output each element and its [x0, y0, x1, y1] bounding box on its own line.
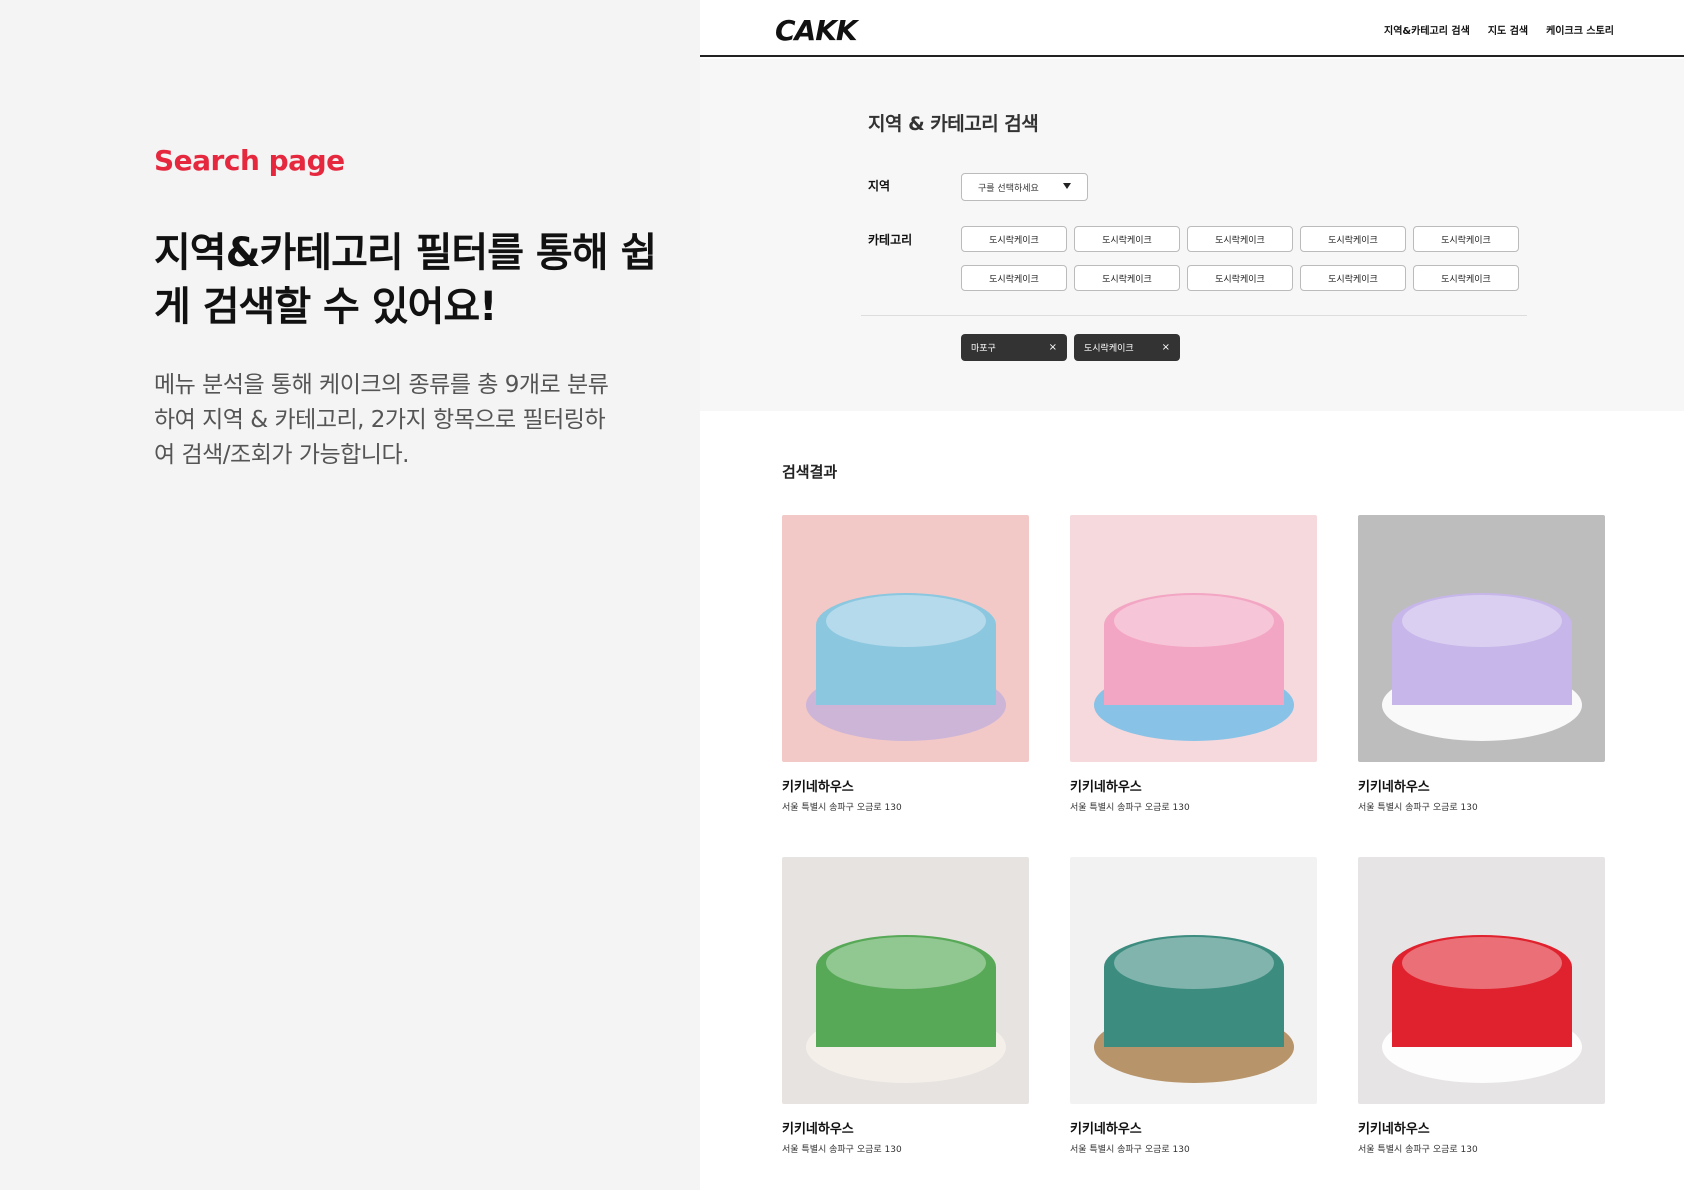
intro-body: 메뉴 분석을 통해 케이크의 종류를 총 9개로 분류하여 지역 & 카테고리,…	[154, 372, 609, 468]
region-select[interactable]: 구를 선택하세요	[961, 173, 1088, 201]
category-chip[interactable]: 도시락케이크	[1413, 226, 1519, 252]
category-chips: 도시락케이크 도시락케이크 도시락케이크 도시락케이크 도시락케이크 도시락케이…	[961, 226, 1521, 291]
filter-title: 지역 & 카테고리 검색	[868, 113, 1039, 135]
intro-heading: 지역&카테고리 필터를 통해 쉽게 검색할 수 있어요!	[154, 230, 657, 330]
result-card[interactable]: 키키네하우스 서울 특별시 송파구 오금로 130	[1358, 515, 1605, 857]
shop-address: 서울 특별시 송파구 오금로 130	[1358, 803, 1478, 813]
category-chip[interactable]: 도시락케이크	[1187, 265, 1293, 291]
cake-illustration	[1382, 593, 1582, 741]
category-chip[interactable]: 도시락케이크	[1074, 226, 1180, 252]
shop-address: 서울 특별시 송파구 오금로 130	[1070, 803, 1190, 813]
filter-panel: 지역 & 카테고리 검색 지역 구를 선택하세요 카테고리 도시락케이크 도시락…	[700, 59, 1684, 411]
result-card[interactable]: 키키네하우스 서울 특별시 송파구 오금로 130	[1070, 515, 1317, 857]
selected-tag-label: 마포구	[971, 344, 996, 354]
cake-image	[782, 857, 1029, 1104]
site-mockup: CAKK 지역&카테고리 검색 지도 검색 케이크크 스토리 지역 & 카테고리…	[700, 0, 1684, 1190]
region-label: 지역	[868, 179, 891, 193]
shop-name: 키키네하우스	[1358, 1122, 1430, 1137]
results-title: 검색결과	[782, 463, 838, 481]
category-chip[interactable]: 도시락케이크	[1074, 265, 1180, 291]
category-chip[interactable]: 도시락케이크	[1300, 265, 1406, 291]
caret-down-icon	[1063, 183, 1071, 189]
results-grid: 키키네하우스 서울 특별시 송파구 오금로 130 키키네하우스 서울 특별시 …	[782, 515, 1606, 1190]
shop-address: 서울 특별시 송파구 오금로 130	[1358, 1145, 1478, 1155]
cake-image	[1070, 857, 1317, 1104]
result-card[interactable]: 키키네하우스 서울 특별시 송파구 오금로 130	[1358, 857, 1605, 1190]
intro-panel: Search page 지역&카테고리 필터를 통해 쉽게 검색할 수 있어요!…	[0, 0, 700, 1190]
result-card[interactable]: 키키네하우스 서울 특별시 송파구 오금로 130	[782, 857, 1029, 1190]
shop-address: 서울 특별시 송파구 오금로 130	[782, 1145, 902, 1155]
shop-name: 키키네하우스	[1070, 1122, 1142, 1137]
shop-name: 키키네하우스	[1358, 780, 1430, 795]
intro-eyebrow: Search page	[154, 144, 345, 177]
cake-illustration	[806, 593, 1006, 741]
selected-tag-region: 마포구 ×	[961, 334, 1067, 361]
close-icon[interactable]: ×	[1162, 342, 1170, 353]
result-card[interactable]: 키키네하우스 서울 특별시 송파구 오금로 130	[782, 515, 1029, 857]
cake-illustration	[1382, 935, 1582, 1083]
nav-link-region-category[interactable]: 지역&카테고리 검색	[1384, 22, 1470, 37]
cake-image	[1358, 515, 1605, 762]
result-card[interactable]: 키키네하우스 서울 특별시 송파구 오금로 130	[1070, 857, 1317, 1190]
logo[interactable]: CAKK	[775, 14, 858, 47]
category-chip[interactable]: 도시락케이크	[1187, 226, 1293, 252]
shop-name: 키키네하우스	[1070, 780, 1142, 795]
shop-address: 서울 특별시 송파구 오금로 130	[782, 803, 902, 813]
category-label: 카테고리	[868, 233, 913, 247]
category-chip[interactable]: 도시락케이크	[961, 265, 1067, 291]
selected-tags: 마포구 × 도시락케이크 ×	[961, 334, 1180, 361]
shop-address: 서울 특별시 송파구 오금로 130	[1070, 1145, 1190, 1155]
cake-illustration	[1094, 593, 1294, 741]
selected-tag-category: 도시락케이크 ×	[1074, 334, 1180, 361]
category-chip[interactable]: 도시락케이크	[961, 226, 1067, 252]
selected-tag-label: 도시락케이크	[1084, 344, 1134, 354]
cake-image	[1358, 857, 1605, 1104]
cake-illustration	[806, 935, 1006, 1083]
nav-link-story[interactable]: 케이크크 스토리	[1546, 22, 1614, 37]
close-icon[interactable]: ×	[1049, 342, 1057, 353]
category-chip[interactable]: 도시락케이크	[1413, 265, 1519, 291]
filter-divider	[861, 315, 1527, 316]
region-select-value: 구를 선택하세요	[978, 183, 1039, 194]
nav-link-map[interactable]: 지도 검색	[1488, 22, 1528, 37]
shop-name: 키키네하우스	[782, 780, 854, 795]
cake-image	[1070, 515, 1317, 762]
cake-image	[782, 515, 1029, 762]
cake-illustration	[1094, 935, 1294, 1083]
top-nav: CAKK 지역&카테고리 검색 지도 검색 케이크크 스토리	[700, 0, 1684, 57]
nav-links: 지역&카테고리 검색 지도 검색 케이크크 스토리	[1384, 22, 1614, 37]
category-chip[interactable]: 도시락케이크	[1300, 226, 1406, 252]
shop-name: 키키네하우스	[782, 1122, 854, 1137]
